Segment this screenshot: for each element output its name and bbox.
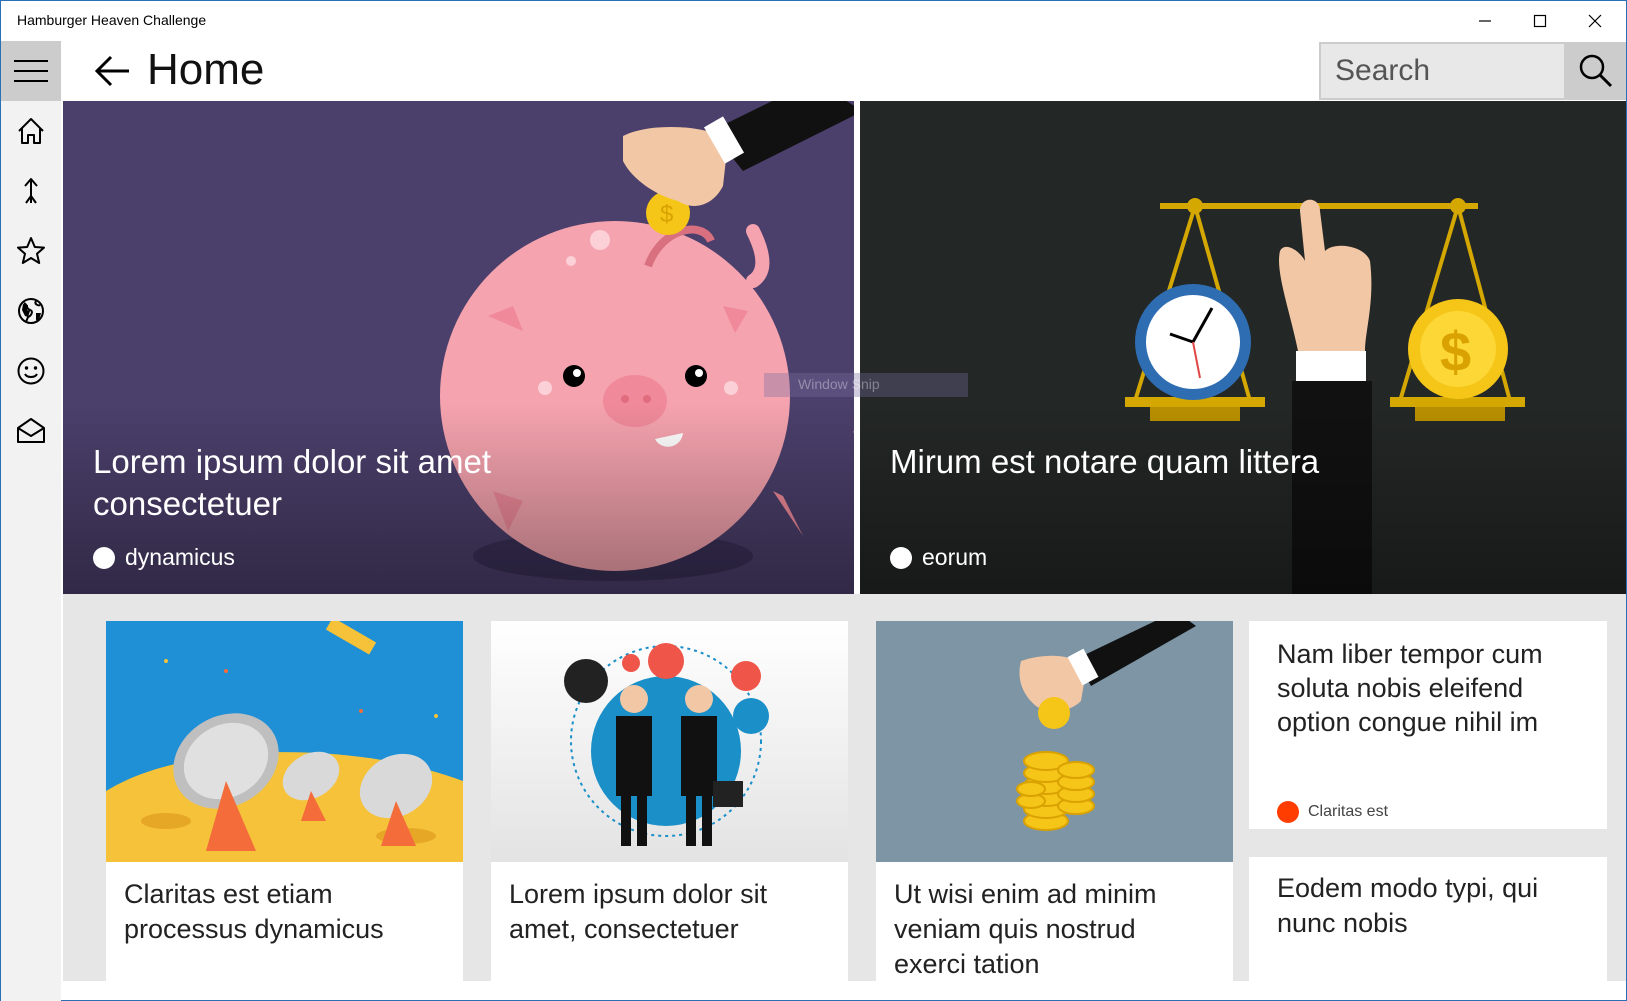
hero-tag: dynamicus [93,544,235,571]
nav-item-mail[interactable] [1,401,61,461]
nav-item-home[interactable] [1,101,61,161]
hamburger-button[interactable] [1,41,61,101]
nav-item-upload[interactable] [1,161,61,221]
tag-dot-icon [93,546,115,569]
tag-dot-icon [1277,801,1299,823]
svg-text:$: $ [660,201,673,228]
coins-image [876,621,1233,862]
card-title: Eodem modo typi, qui nunc nobis [1277,873,1539,938]
card-title: Claritas est etiam processus dynamicus [124,879,384,944]
mail-icon [17,418,45,443]
title-bar: Hamburger Heaven Challenge [1,1,1626,41]
maximize-button[interactable] [1512,1,1568,41]
close-icon [1588,14,1602,28]
card-tag-label: Claritas est [1308,803,1389,820]
news-card[interactable]: Eodem modo typi, qui nunc nobis [1249,857,1607,981]
hero-tile[interactable]: $ Lorem ipsum dolor sit amet consectetue… [63,101,854,594]
window-title: Hamburger Heaven Challenge [17,12,207,28]
search-input[interactable]: Search [1319,42,1566,100]
business-handshake-image [491,621,848,862]
satellite-dish-image [106,621,463,862]
hero-tag: eorum [890,544,987,571]
nav-rail [1,41,61,1001]
svg-text:$: $ [1440,320,1471,383]
card-title: Lorem ipsum dolor sit amet, consectetuer [509,879,768,944]
page-header: Home Search [61,41,1626,101]
hamburger-icon [14,60,48,82]
maximize-icon [1533,14,1547,28]
app-window: Hamburger Heaven Challenge Home Search $… [0,0,1627,1001]
news-card[interactable]: Nam liber tempor cum soluta nobis eleife… [1249,621,1607,829]
search-icon [1579,54,1613,88]
minimize-icon [1479,20,1491,22]
search-button[interactable] [1566,42,1626,100]
star-icon [17,237,45,264]
window-snip-overlay: Window Snip [764,373,968,397]
nav-item-world[interactable] [1,281,61,341]
card-title: Ut wisi enim ad minim veniam quis nostru… [894,879,1157,979]
hero-tag-label: eorum [922,544,988,570]
smiley-icon [17,357,45,385]
page-title: Home [147,45,265,94]
hero-tile[interactable]: $ Mirum est notare quam littera eorum [860,101,1626,594]
arrow-up-icon [24,178,38,204]
news-card[interactable]: Claritas est etiam processus dynamicus [106,621,463,981]
news-grid: Claritas est etiam processus dynamicus L… [63,594,1626,981]
nav-item-social[interactable] [1,341,61,401]
home-icon [18,118,44,144]
news-card[interactable]: Ut wisi enim ad minim veniam quis nostru… [876,621,1233,981]
hero-title: Mirum est notare quam littera [890,443,1320,480]
card-title: Nam liber tempor cum soluta nobis eleife… [1277,639,1543,737]
globe-icon [18,298,44,324]
card-tag: Claritas est [1277,801,1388,823]
back-arrow-icon[interactable] [93,51,133,91]
hero-tag-label: dynamicus [125,544,235,570]
nav-item-favorites[interactable] [1,221,61,281]
tag-dot-icon [890,546,912,569]
close-button[interactable] [1567,1,1623,41]
hero-title: Lorem ipsum dolor sit amet consectetuer [93,443,491,522]
news-card[interactable]: Lorem ipsum dolor sit amet, consectetuer [491,621,848,981]
minimize-button[interactable] [1457,1,1513,41]
